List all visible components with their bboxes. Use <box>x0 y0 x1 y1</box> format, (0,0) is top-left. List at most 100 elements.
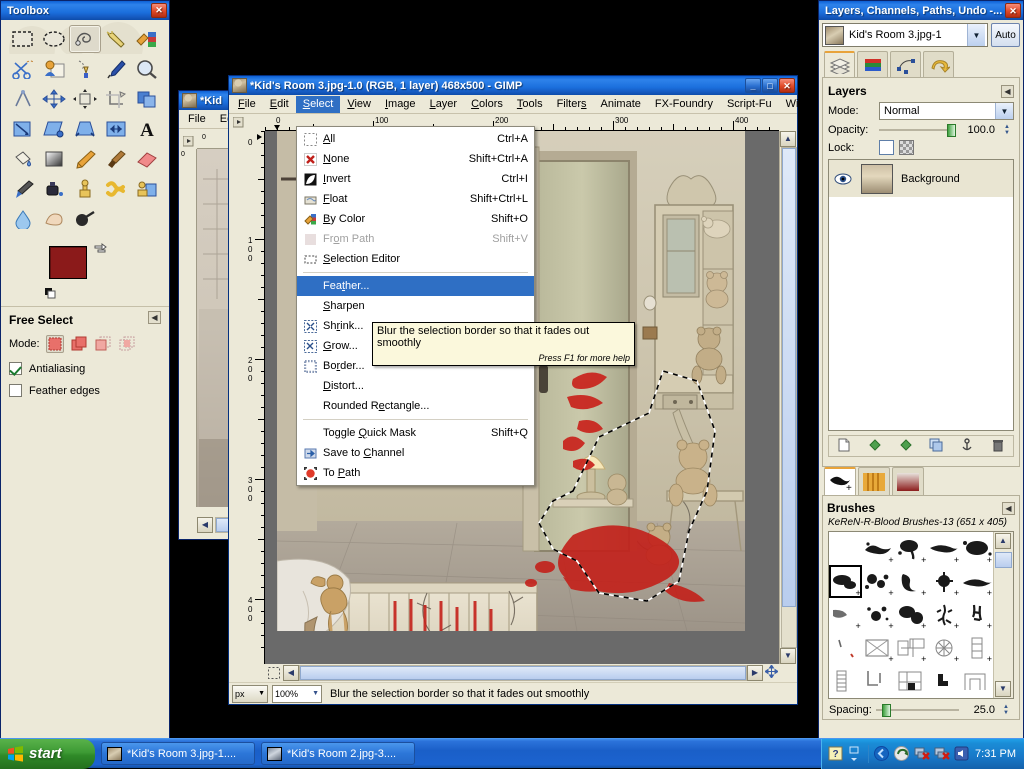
brush-cell[interactable]: + <box>862 631 895 664</box>
help-icon[interactable]: ? <box>828 746 843 761</box>
brush-cell[interactable]: + <box>960 532 993 565</box>
menu-layer[interactable]: Layer <box>423 96 465 113</box>
brush-cell[interactable] <box>829 664 862 697</box>
foreground-select-tool[interactable] <box>38 55 69 83</box>
menu-item-rounded-rectangle[interactable]: Rounded Rectangle... <box>297 396 534 416</box>
menu-item-toggle-quick-mask[interactable]: Toggle Quick Mask Shift+Q <box>297 423 534 443</box>
anchor-layer-button[interactable] <box>960 438 974 455</box>
lower-layer-button[interactable] <box>899 438 913 455</box>
start-button[interactable]: start <box>0 739 95 769</box>
mode-add-button[interactable] <box>70 335 88 353</box>
measure-tool[interactable] <box>7 85 38 113</box>
menu-image[interactable]: Image <box>378 96 423 113</box>
navigation-icon[interactable] <box>763 665 779 681</box>
select-by-color-tool[interactable] <box>132 25 163 53</box>
tray-expand-icon[interactable] <box>848 746 863 761</box>
perspective-tool[interactable] <box>69 115 100 143</box>
opacity-slider[interactable] <box>879 123 956 137</box>
paths-tool[interactable] <box>69 55 100 83</box>
dock-titlebar[interactable]: Layers, Channels, Paths, Undo -... ✕ <box>819 1 1023 20</box>
ellipse-select-tool[interactable] <box>38 25 69 53</box>
mode-replace-button[interactable] <box>46 335 64 353</box>
move-tool[interactable] <box>38 85 69 113</box>
scissors-select-tool[interactable] <box>7 55 38 83</box>
menu-item-float[interactable]: Float Shift+Ctrl+L <box>297 189 534 209</box>
ruler-vertical[interactable]: 0 100 200 300 400 <box>247 131 265 664</box>
text-tool[interactable]: A <box>132 115 163 143</box>
fuzzy-select-tool[interactable] <box>101 25 132 53</box>
paintbrush-tool[interactable] <box>101 145 132 173</box>
main-menubar[interactable]: File Edit Select View Image Layer Colors… <box>229 95 797 114</box>
blur-sharpen-tool[interactable] <box>7 205 38 233</box>
close-button[interactable]: ✕ <box>779 78 795 93</box>
clone-tool[interactable] <box>69 175 100 203</box>
brush-cell[interactable]: + <box>927 631 960 664</box>
menu-item-invert[interactable]: Invert Ctrl+I <box>297 169 534 189</box>
zoom-combo[interactable]: 100% ▼ <box>272 685 322 703</box>
foreground-color-swatch[interactable] <box>49 246 87 279</box>
brush-grid[interactable]: + + + + + + + + + + + + + + <box>829 532 993 698</box>
brush-cell[interactable]: + <box>862 532 895 565</box>
eye-icon[interactable] <box>833 173 853 185</box>
dock-close-button[interactable]: ✕ <box>1005 3 1021 18</box>
layers-tab[interactable] <box>824 51 855 77</box>
menu-filters[interactable]: Filters <box>550 96 594 113</box>
menu-item-save-to-channel[interactable]: Save to Channel <box>297 443 534 463</box>
layer-mode-combo[interactable]: Normal ▼ <box>879 102 1014 120</box>
menu-tools[interactable]: Tools <box>510 96 550 113</box>
menu-view[interactable]: View <box>340 96 378 113</box>
bg-ruler-vertical[interactable]: 0 <box>179 149 197 507</box>
rect-select-tool[interactable] <box>7 25 38 53</box>
brush-scroll-down-button[interactable]: ▼ <box>995 681 1011 697</box>
menu-item-all[interactable]: All Ctrl+A <box>297 129 534 149</box>
brush-cell[interactable]: + <box>927 565 960 598</box>
scroll-h-track[interactable] <box>299 665 747 681</box>
menu-script-fu[interactable]: Script-Fu <box>720 96 779 113</box>
brush-cell[interactable] <box>960 664 993 697</box>
select-menu-popup[interactable]: All Ctrl+A None Shift+Ctrl+A Invert Ctrl… <box>296 126 535 486</box>
image-combo[interactable]: Kid's Room 3.jpg-1 ▼ <box>822 23 988 47</box>
mode-intersect-button[interactable] <box>118 335 136 353</box>
clock[interactable]: 7:31 PM <box>975 748 1018 760</box>
dodge-burn-tool[interactable] <box>69 205 100 233</box>
menu-item-none[interactable]: None Shift+Ctrl+A <box>297 149 534 169</box>
menu-item-to-path[interactable]: To Path <box>297 463 534 483</box>
spacing-slider[interactable] <box>876 703 959 717</box>
pencil-tool[interactable] <box>69 145 100 173</box>
quick-mask-toggle[interactable] <box>265 665 283 682</box>
feather-edges-row[interactable]: Feather edges <box>9 384 161 397</box>
spacing-spinner[interactable]: ▲▼ <box>999 704 1013 716</box>
scroll-left-button[interactable]: ◀ <box>283 665 299 681</box>
menu-file[interactable]: File <box>231 96 263 113</box>
bg-menu-expander[interactable] <box>179 133 197 150</box>
brush-cell[interactable]: + <box>960 598 993 631</box>
brush-cell[interactable]: + <box>895 565 928 598</box>
menu-item-sharpen[interactable]: Sharpen <box>297 296 534 316</box>
crop-tool[interactable] <box>101 85 132 113</box>
lock-alpha-checkbox[interactable] <box>899 140 914 155</box>
brush-cell-selected[interactable]: + <box>829 565 862 598</box>
duplicate-layer-button[interactable] <box>929 438 943 455</box>
raise-layer-button[interactable] <box>868 438 882 455</box>
bg-menu-file[interactable]: File <box>181 111 213 128</box>
scroll-up-button[interactable]: ▲ <box>780 131 796 147</box>
minimize-button[interactable]: _ <box>745 78 761 93</box>
menu-windows[interactable]: Wind <box>779 96 818 113</box>
layers-list[interactable]: Background <box>828 159 1014 431</box>
main-menu-expander[interactable] <box>229 114 247 131</box>
blend-tool[interactable] <box>38 145 69 173</box>
bg-scroll-left-button[interactable]: ◀ <box>197 517 213 533</box>
mode-subtract-button[interactable] <box>94 335 112 353</box>
menu-item-selection-editor[interactable]: Selection Editor <box>297 249 534 269</box>
perspective-clone-tool[interactable] <box>132 175 163 203</box>
main-window-titlebar[interactable]: *Kid's Room 3.jpg-1.0 (RGB, 1 layer) 468… <box>229 76 797 95</box>
taskbar-item-kids-room-2[interactable]: *Kid's Room 2.jpg-3.... <box>261 742 415 765</box>
brush-cell[interactable]: + <box>862 565 895 598</box>
layer-row-background[interactable]: Background <box>829 160 1013 197</box>
ink-tool[interactable] <box>38 175 69 203</box>
auto-button[interactable]: Auto <box>991 23 1020 47</box>
brush-cell[interactable]: + <box>927 532 960 565</box>
brush-cell[interactable]: + <box>960 631 993 664</box>
color-picker-tool[interactable] <box>101 55 132 83</box>
layers-panel-collapse-button[interactable]: ◀ <box>1001 85 1014 98</box>
